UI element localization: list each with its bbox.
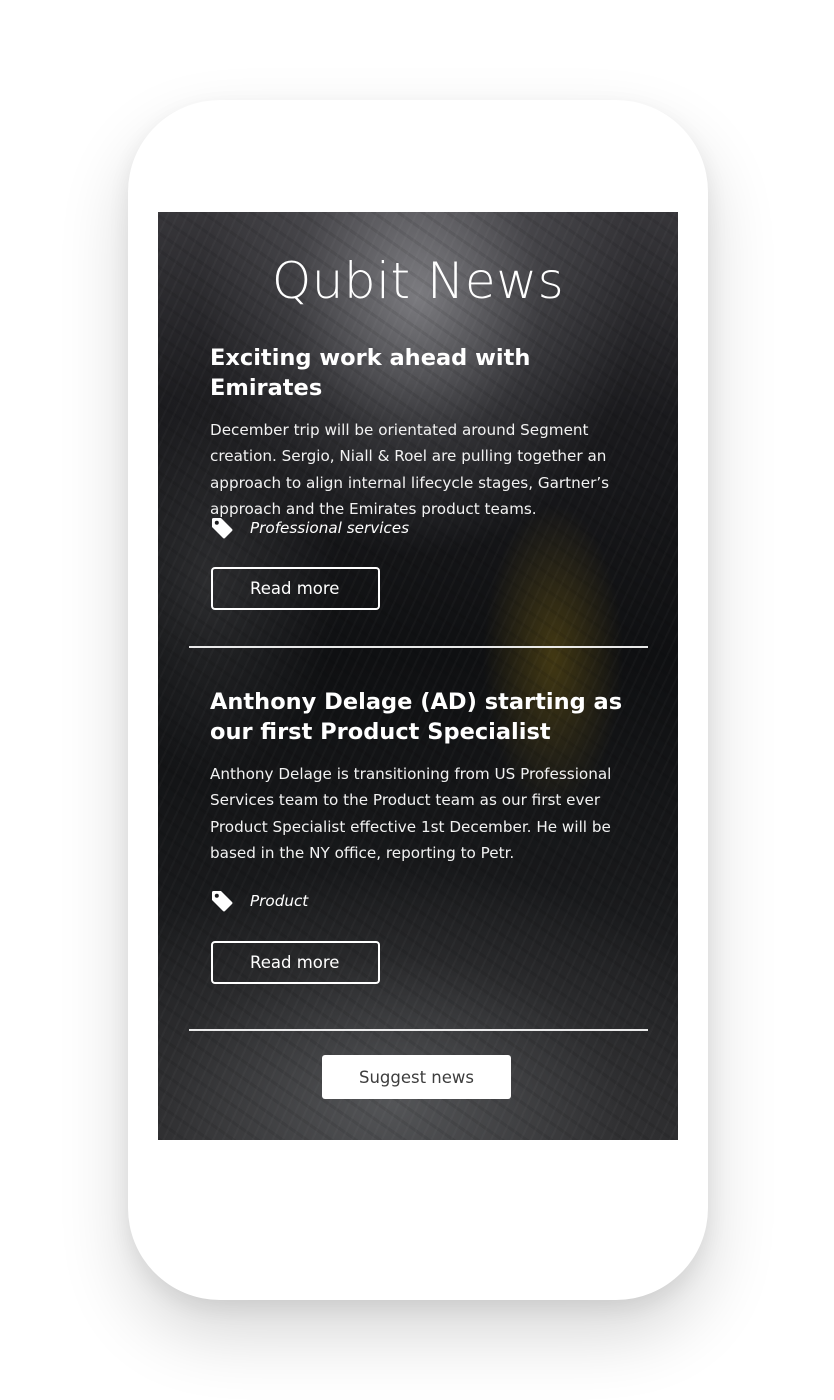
tag-label: Professional services <box>250 519 410 537</box>
divider <box>189 646 648 648</box>
article-headline: Anthony Delage (AD) starting as our firs… <box>210 689 623 745</box>
read-more-button[interactable]: Read more <box>211 567 380 610</box>
article-tag: Professional services <box>210 516 409 540</box>
read-more-button[interactable]: Read more <box>211 941 380 984</box>
device-mockup: Qubit News Exciting work ahead with Emir… <box>0 0 834 1400</box>
news-screen: Qubit News Exciting work ahead with Emir… <box>158 212 678 1140</box>
article-body: Anthony Delage is transitioning from US … <box>210 765 612 862</box>
page-title: Qubit News <box>271 252 565 310</box>
article-tag: Product <box>210 889 308 913</box>
tag-icon <box>212 518 233 539</box>
article-body: December trip will be orientated around … <box>210 421 610 518</box>
news-article: Anthony Delage (AD) starting as our firs… <box>210 687 630 984</box>
tag-icon <box>212 891 233 912</box>
divider <box>189 1029 648 1031</box>
tag-label: Product <box>250 892 309 910</box>
suggest-news-button[interactable]: Suggest news <box>322 1055 511 1099</box>
article-headline: Exciting work ahead with Emirates <box>210 345 531 401</box>
news-article: Exciting work ahead with Emirates Decemb… <box>210 343 630 610</box>
